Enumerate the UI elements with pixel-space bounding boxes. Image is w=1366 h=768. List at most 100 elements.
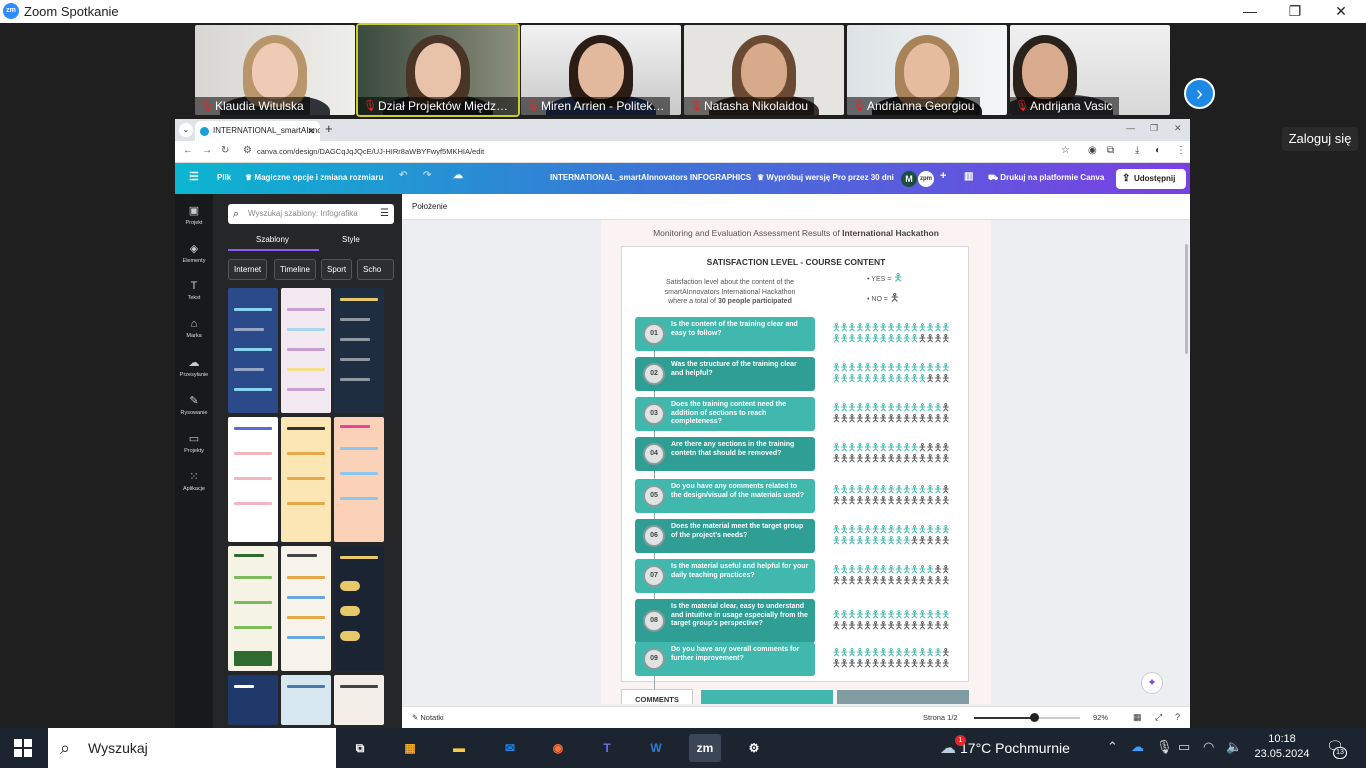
fullscreen-icon[interactable]: ⤢ [1155, 712, 1162, 723]
template-thumbnail[interactable] [334, 288, 384, 413]
new-tab-button[interactable]: + [325, 121, 333, 136]
workspace-scrollbar[interactable] [1185, 244, 1188, 354]
print-button[interactable]: ⛟ Drukuj na platformie Canva [988, 173, 1104, 183]
taskbar-search-input[interactable]: ⌕ Wyszukaj [48, 728, 336, 768]
magic-resize-button[interactable]: ♛ Magiczne opcje i zmiana rozmiaru [245, 173, 383, 182]
category-chip[interactable]: Sport [321, 259, 353, 280]
template-thumbnail[interactable] [334, 546, 384, 671]
participant-tile[interactable]: 🎙 Klaudia Witulska [195, 25, 355, 115]
template-thumbnail[interactable] [228, 417, 278, 542]
zoom-level[interactable]: 92% [1093, 713, 1108, 722]
participant-tile[interactable]: 🎙 Andrijana Vasic [1010, 25, 1170, 115]
undo-icon[interactable]: ↶ [399, 170, 407, 181]
profile-icon[interactable]: ◐ [1155, 145, 1161, 156]
volume-icon[interactable]: 🔈 [1226, 739, 1242, 755]
position-button[interactable]: Położenie [412, 202, 447, 211]
tab-search-icon[interactable]: ⌄ [179, 123, 193, 137]
download-icon[interactable]: ⤓ [1135, 145, 1139, 156]
hamburger-menu-icon[interactable]: ☰ [189, 170, 199, 183]
category-chip[interactable]: Scho [357, 259, 394, 280]
settings-gear-icon[interactable]: ⚙ [738, 734, 770, 762]
zoom-signin-button[interactable]: Zaloguj się [1282, 127, 1358, 151]
infographic-page[interactable]: Monitoring and Evaluation Assessment Res… [601, 220, 991, 704]
grid-view-icon[interactable]: ▦ [1133, 712, 1142, 723]
reload-icon[interactable]: ↻ [221, 145, 229, 156]
filter-icon[interactable]: ☰ [380, 204, 389, 224]
category-chip[interactable]: Timeline [274, 259, 316, 280]
add-collaborator-icon[interactable]: + [940, 170, 946, 182]
magic-assistant-icon[interactable]: ✦ [1141, 672, 1163, 694]
try-pro-button[interactable]: ♛ Wypróbuj wersję Pro przez 30 dni [757, 173, 894, 182]
page-indicator[interactable]: Strona 1/2 [923, 713, 958, 722]
nav-item-brand[interactable]: ⌂ Marka [175, 318, 213, 339]
nav-item-projects[interactable]: ▭ Projekty [175, 432, 213, 454]
file-menu[interactable]: Plik [217, 173, 231, 182]
analytics-icon[interactable]: ▥ [964, 171, 973, 182]
template-thumbnail[interactable] [281, 675, 331, 725]
template-thumbnail[interactable] [228, 675, 278, 725]
windows-start-icon[interactable] [14, 739, 32, 757]
close-button[interactable]: ✕ [1318, 2, 1364, 20]
battery-icon[interactable]: ▭ [1178, 739, 1190, 755]
template-thumbnail[interactable] [281, 546, 331, 671]
puzzle-icon[interactable]: ⧉ [1107, 145, 1114, 156]
nav-item-apps[interactable]: ⁙ Aplikacje [175, 470, 213, 492]
share-button[interactable]: Udostępnij [1116, 169, 1186, 189]
teams-icon[interactable]: T [591, 734, 623, 762]
browser-minimize-icon[interactable]: — [1126, 123, 1135, 133]
microphone-icon[interactable]: 🎙 [1156, 739, 1173, 755]
onedrive-icon[interactable]: ☁ [1131, 739, 1144, 755]
template-search-input[interactable]: ⌕ Wyszukaj szablony: Infografika ☰ [228, 204, 394, 224]
next-participants-button[interactable]: › [1184, 78, 1215, 109]
url-field[interactable]: canva.com/design/DAGCqJqJQcE/UJ-HIRr8aWB… [257, 147, 484, 156]
nav-item-text[interactable]: T Tekst [175, 280, 213, 301]
notes-button[interactable]: ✎ Notatki [412, 713, 444, 722]
participant-tile[interactable]: 🎙 Natasha Nikolaidou [684, 25, 844, 115]
template-thumbnail[interactable] [334, 417, 384, 542]
document-title[interactable]: INTERNATIONAL_smartAInnovators INFOGRAPH… [550, 173, 751, 182]
template-thumbnail[interactable] [281, 417, 331, 542]
redo-icon[interactable]: ↷ [423, 170, 431, 181]
category-chip[interactable]: Internet [228, 259, 268, 280]
tab-styles[interactable]: Style [342, 235, 360, 244]
browser-restore-icon[interactable]: ❐ [1150, 123, 1158, 134]
participant-tile[interactable]: 🎙 Dział Projektów Międzyn… [356, 23, 520, 117]
forward-icon[interactable]: → [202, 145, 212, 156]
avatar[interactable]: M [901, 171, 917, 187]
help-icon[interactable]: ? [1175, 712, 1180, 722]
browser-tab[interactable]: INTERNATIONAL_smartAInnova ✕ [195, 121, 320, 141]
maximize-button[interactable]: ❐ [1272, 2, 1318, 20]
bookmark-star-icon[interactable]: ☆ [1061, 145, 1070, 156]
tab-templates[interactable]: Szablony [256, 235, 289, 244]
zoom-app-icon[interactable]: zm [689, 734, 721, 762]
microsoft-store-icon[interactable]: ▦ [394, 734, 426, 762]
site-info-icon[interactable]: ⚙ [243, 145, 252, 156]
extension-icon[interactable]: ◉ [1088, 145, 1097, 156]
template-thumbnail[interactable] [281, 288, 331, 413]
firefox-icon[interactable]: ◉ [542, 734, 574, 762]
taskbar-clock[interactable]: 10:18 23.05.2024 [1254, 732, 1310, 762]
zoom-slider-handle[interactable] [1030, 713, 1039, 722]
nav-item-uploads[interactable]: ☁ Przesyłanie [175, 356, 213, 378]
file-explorer-icon[interactable]: ▬ [443, 734, 475, 762]
tab-close-icon[interactable]: ✕ [307, 121, 315, 141]
chevron-up-icon[interactable]: ⌃ [1107, 739, 1118, 755]
browser-close-icon[interactable]: ✕ [1174, 123, 1182, 134]
nav-item-project[interactable]: ▣ Projekt [175, 204, 213, 226]
nav-item-elements[interactable]: ◈ Elementy [175, 242, 213, 264]
task-view-icon[interactable]: ⧉ [344, 734, 376, 762]
word-icon[interactable]: W [640, 734, 672, 762]
template-thumbnail[interactable] [334, 675, 384, 725]
participant-tile[interactable]: 🎙 Miren Arrien - Politek… [521, 25, 681, 115]
avatar[interactable]: zpm [918, 171, 934, 187]
cloud-save-icon[interactable]: ☁ [453, 170, 463, 181]
participant-tile[interactable]: 🎙 Andrianna Georgiou [847, 25, 1007, 115]
wifi-icon[interactable]: ◠ [1203, 739, 1214, 755]
template-thumbnail[interactable] [228, 288, 278, 413]
nav-item-draw[interactable]: ✎ Rysowanie [175, 394, 213, 416]
minimize-button[interactable]: — [1227, 2, 1273, 20]
outlook-icon[interactable]: ✉ [494, 734, 526, 762]
template-thumbnail[interactable] [228, 546, 278, 671]
back-icon[interactable]: ← [183, 145, 193, 156]
menu-kebab-icon[interactable]: ⋮ [1176, 145, 1186, 156]
